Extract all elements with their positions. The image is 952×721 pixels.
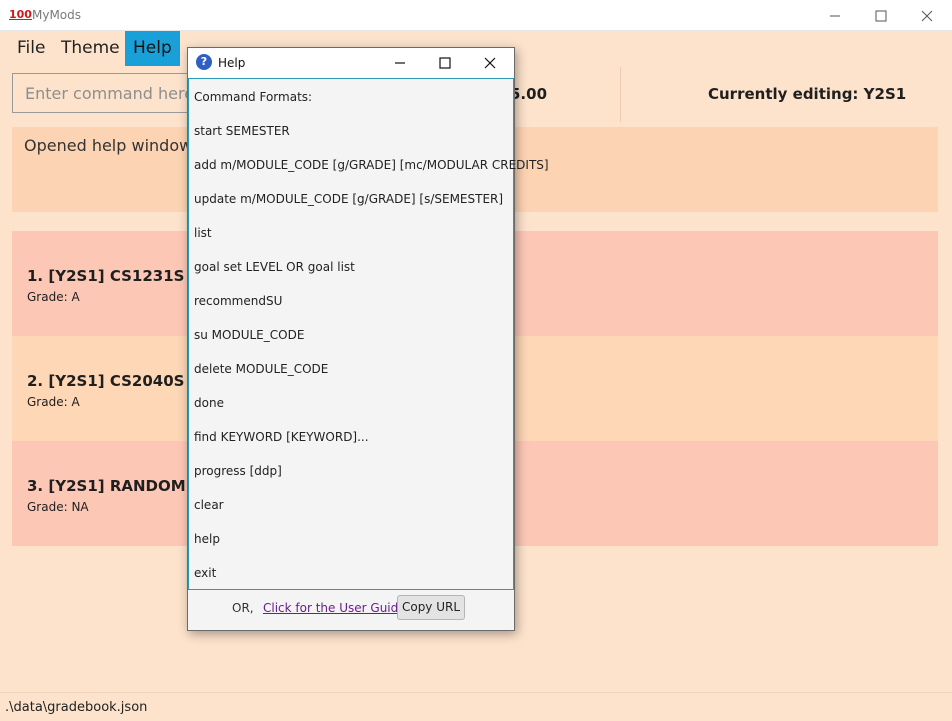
module-grade: Grade: A bbox=[27, 395, 80, 409]
status-file-path: .\data\gradebook.json bbox=[5, 700, 148, 715]
help-line: update m/MODULE_CODE [g/GRADE] [s/SEMEST… bbox=[194, 192, 504, 206]
help-line: find KEYWORD [KEYWORD]... bbox=[194, 430, 369, 444]
close-icon bbox=[484, 57, 496, 69]
module-title: 3. [Y2S1] RANDOM (1 bbox=[27, 477, 209, 495]
help-line: delete MODULE_CODE bbox=[194, 362, 329, 376]
question-icon: ? bbox=[196, 54, 212, 70]
minimize-button[interactable] bbox=[812, 0, 858, 31]
help-line: clear bbox=[194, 498, 224, 512]
module-grade: Grade: NA bbox=[27, 500, 89, 514]
menu-file[interactable]: File bbox=[9, 31, 53, 66]
help-line: exit bbox=[194, 566, 217, 580]
close-icon bbox=[921, 10, 933, 21]
maximize-icon bbox=[875, 10, 887, 21]
menu-help[interactable]: Help bbox=[125, 31, 180, 66]
minimize-icon bbox=[830, 15, 840, 16]
help-line: add m/MODULE_CODE [g/GRADE] [mc/MODULAR … bbox=[194, 158, 549, 172]
help-line: progress [ddp] bbox=[194, 464, 282, 478]
close-button[interactable] bbox=[904, 0, 950, 31]
window-title: MyMods bbox=[32, 8, 82, 22]
help-window-title: Help bbox=[218, 56, 246, 70]
help-line: goal set LEVEL OR goal list bbox=[194, 260, 355, 274]
help-line: help bbox=[194, 532, 220, 546]
or-label: OR, bbox=[232, 601, 254, 615]
cap-value: 5.00 bbox=[510, 85, 548, 103]
help-line: su MODULE_CODE bbox=[194, 328, 305, 342]
user-guide-link[interactable]: Click for the User Guide bbox=[263, 600, 406, 616]
help-line: list bbox=[194, 226, 212, 240]
maximize-button[interactable] bbox=[858, 0, 904, 31]
help-line: start SEMESTER bbox=[194, 124, 290, 138]
app-icon: 100 bbox=[9, 8, 32, 21]
help-close-button[interactable] bbox=[468, 48, 512, 78]
help-line: recommendSU bbox=[194, 294, 283, 308]
minimize-icon bbox=[395, 62, 405, 64]
help-line: Command Formats: bbox=[194, 90, 313, 104]
result-text: Opened help window. bbox=[24, 136, 196, 155]
command-input[interactable]: Enter command here... bbox=[12, 73, 192, 113]
module-grade: Grade: A bbox=[27, 290, 80, 304]
window-titlebar bbox=[0, 0, 952, 31]
info-divider bbox=[620, 67, 621, 122]
help-line: done bbox=[194, 396, 224, 410]
copy-url-button[interactable]: Copy URL bbox=[397, 595, 465, 620]
menu-theme[interactable]: Theme bbox=[53, 31, 128, 66]
currently-editing-label: Currently editing: Y2S1 bbox=[708, 85, 907, 103]
help-maximize-button[interactable] bbox=[423, 48, 467, 78]
help-minimize-button[interactable] bbox=[378, 48, 422, 78]
maximize-icon bbox=[439, 57, 451, 69]
